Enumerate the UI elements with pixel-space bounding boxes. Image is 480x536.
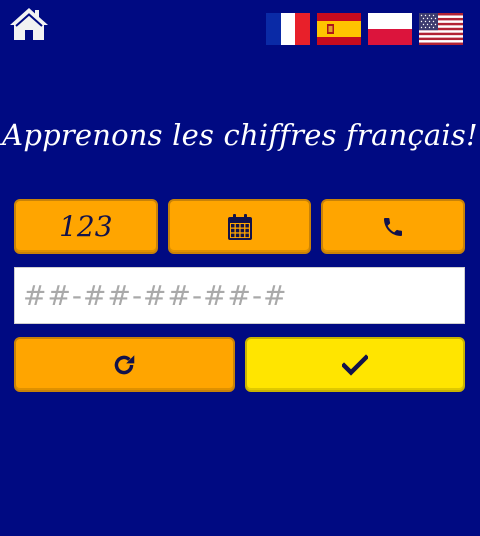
refresh-button[interactable]	[14, 337, 235, 392]
phone-icon	[384, 217, 403, 236]
flag-poland-icon[interactable]	[368, 13, 412, 45]
numbers-mode-label: 123	[59, 210, 113, 243]
flag-france-icon[interactable]	[266, 13, 310, 45]
numbers-mode-button[interactable]: 123	[14, 199, 158, 254]
mode-selector: 123	[14, 199, 466, 254]
action-bar	[14, 337, 465, 392]
phone-mode-button[interactable]	[321, 199, 466, 254]
flag-usa-icon[interactable]	[419, 13, 463, 45]
refresh-icon	[114, 354, 135, 374]
page-title: Apprenons les chiffres français!	[2, 118, 478, 152]
calendar-icon	[227, 213, 252, 240]
dates-mode-button[interactable]	[167, 199, 312, 254]
check-answer-button[interactable]	[244, 337, 465, 392]
flag-spain-icon[interactable]	[317, 13, 361, 45]
home-icon[interactable]	[9, 7, 49, 41]
answer-input[interactable]	[14, 267, 465, 324]
language-selector	[266, 13, 463, 45]
checkmark-icon	[341, 353, 368, 376]
